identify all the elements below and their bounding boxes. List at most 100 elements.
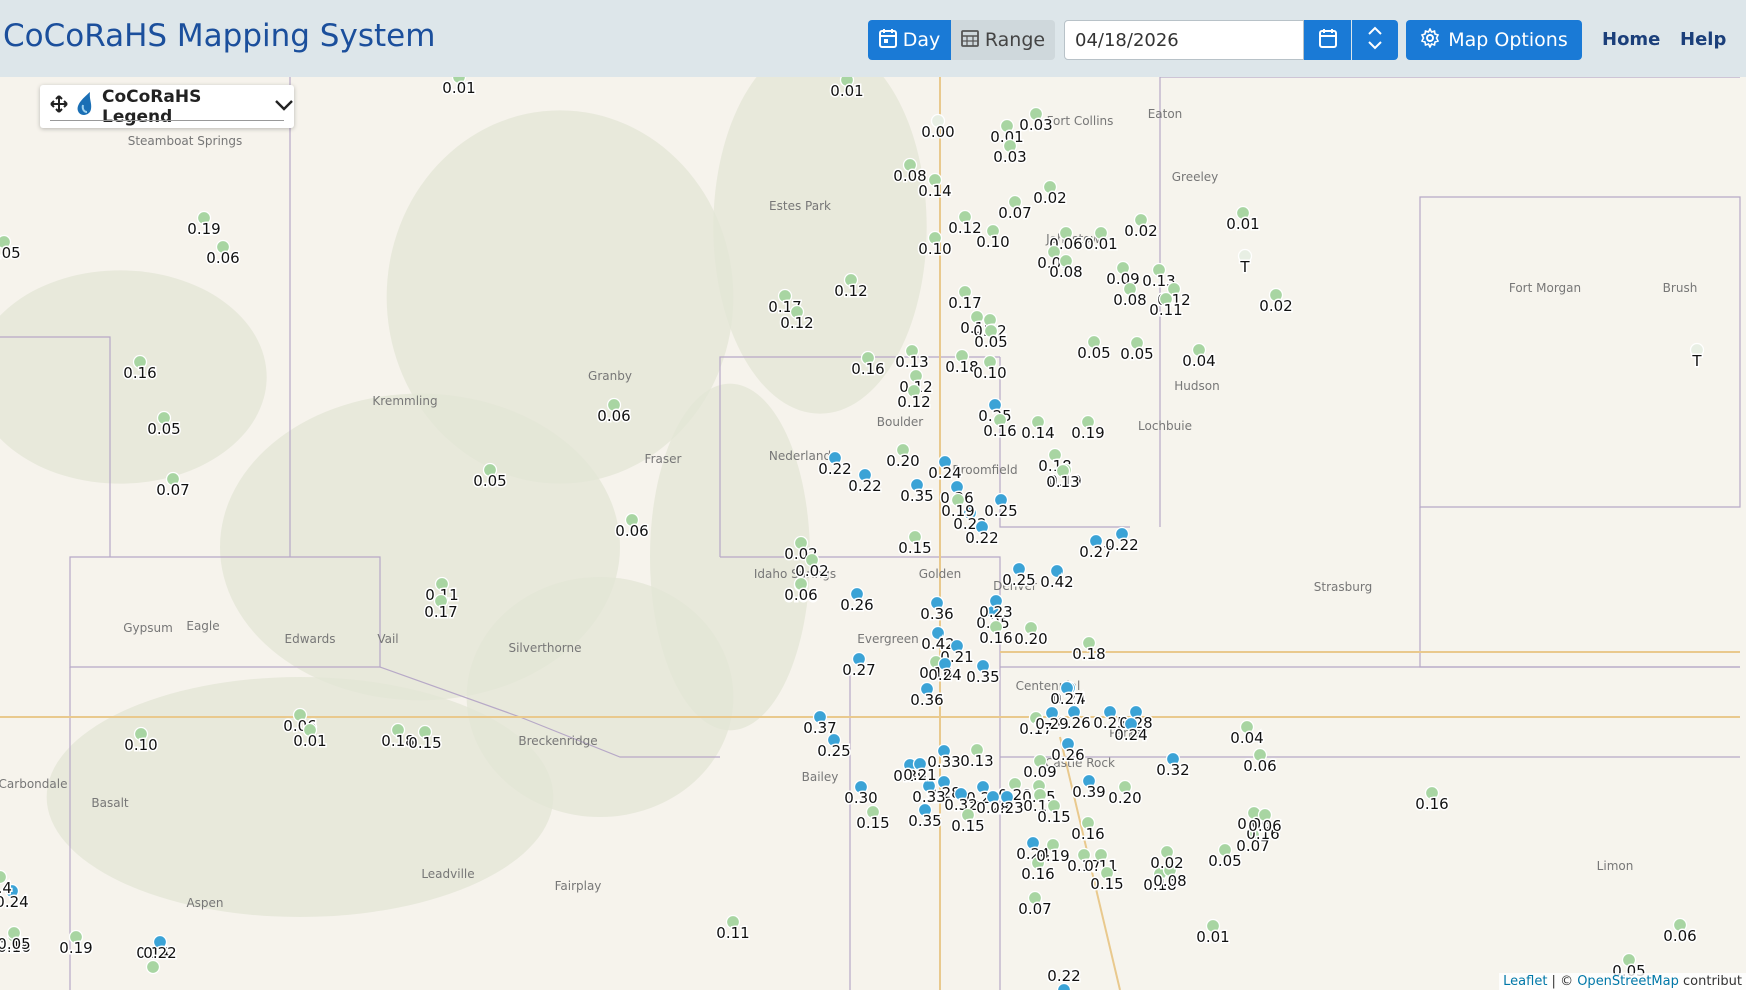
map-options-button[interactable]: Map Options bbox=[1406, 20, 1582, 60]
station-marker[interactable]: 0.01 bbox=[441, 77, 477, 99]
station-marker[interactable]: 0.19 bbox=[186, 210, 222, 240]
place-label: Brush bbox=[1663, 281, 1698, 295]
calendar-picker-button[interactable] bbox=[1304, 20, 1351, 60]
day-label: Day bbox=[902, 29, 941, 51]
place-label: Fairplay bbox=[555, 879, 602, 893]
leaflet-link[interactable]: Leaflet bbox=[1503, 974, 1547, 989]
terrain-layer bbox=[0, 77, 1746, 990]
help-link[interactable]: Help bbox=[1680, 29, 1726, 50]
station-value: 0.25 bbox=[1002, 571, 1035, 589]
chevron-down-icon[interactable] bbox=[1367, 40, 1383, 54]
station-marker[interactable]: 0.20 bbox=[885, 442, 921, 472]
place-label: Hudson bbox=[1174, 379, 1219, 393]
station-value: 0.08 bbox=[1049, 263, 1082, 281]
station-value: 0.15 bbox=[1037, 808, 1070, 826]
legend-divider bbox=[50, 120, 284, 121]
station-value: 0.02 bbox=[1150, 854, 1183, 872]
station-value: 0.26 bbox=[840, 596, 873, 614]
place-label: Breckenridge bbox=[518, 734, 597, 748]
station-value: 0.10 bbox=[976, 233, 1009, 251]
station-marker[interactable]: 0.22 bbox=[142, 934, 178, 964]
station-marker[interactable]: 0.25 bbox=[816, 732, 852, 762]
station-marker[interactable]: 0.05 bbox=[0, 925, 32, 955]
station-value: 0.06 bbox=[615, 522, 648, 540]
calendar-icon bbox=[1318, 28, 1337, 53]
station-value: 0.24 bbox=[1114, 726, 1147, 744]
place-label: Eaton bbox=[1148, 107, 1183, 121]
place-label: Limon bbox=[1597, 859, 1634, 873]
station-value: 0.15 bbox=[408, 734, 441, 752]
station-value: 0.01 bbox=[293, 732, 326, 750]
station-marker[interactable]: 0.13 bbox=[959, 742, 995, 772]
osm-link[interactable]: OpenStreetMap bbox=[1577, 974, 1679, 989]
station-marker[interactable]: T bbox=[1237, 248, 1253, 278]
station-value: 0.10 bbox=[124, 736, 157, 754]
place-label: Steamboat Springs bbox=[128, 134, 243, 148]
station-marker[interactable]: 0.26 bbox=[839, 586, 875, 616]
place-label: Basalt bbox=[91, 796, 129, 810]
chevron-down-icon[interactable] bbox=[274, 97, 294, 117]
station-value: 0.02 bbox=[1259, 297, 1292, 315]
station-value: 0.05 bbox=[0, 935, 31, 953]
map-view[interactable]: Steamboat Springs Estes Park Granby Kremmli… bbox=[0, 77, 1746, 990]
station-marker[interactable]: 0.11 bbox=[715, 914, 751, 944]
station-marker[interactable]: 0.24 bbox=[927, 454, 963, 484]
station-value: 0.01 bbox=[442, 79, 475, 97]
legend-control[interactable]: CoCoRaHS Legend bbox=[40, 85, 294, 128]
chevron-up-icon[interactable] bbox=[1367, 26, 1383, 40]
station-marker[interactable]: 0.06 bbox=[205, 239, 241, 269]
station-marker[interactable]: 0.4 bbox=[0, 869, 13, 899]
station-marker[interactable]: 0.00 bbox=[920, 113, 956, 143]
range-toggle-button[interactable]: Range bbox=[951, 20, 1055, 60]
station-dot[interactable] bbox=[145, 959, 161, 975]
map-canvas[interactable]: Steamboat Springs Estes Park Granby Kremmli… bbox=[0, 77, 1746, 990]
station-value: 0.05 bbox=[974, 333, 1007, 351]
station-value: 0.12 bbox=[834, 282, 867, 300]
station-marker[interactable]: 0.36 bbox=[919, 595, 955, 625]
station-marker[interactable]: 0.37 bbox=[802, 709, 838, 739]
station-value: 0.14 bbox=[918, 182, 951, 200]
station-value: 0.22 bbox=[1105, 536, 1138, 554]
station-value: 0.05 bbox=[0, 244, 21, 262]
station-marker[interactable]: 0.22 bbox=[847, 467, 883, 497]
station-value: 0.06 bbox=[1243, 757, 1276, 775]
place-label: Boulder bbox=[877, 415, 924, 429]
place-label: Aspen bbox=[186, 896, 223, 910]
station-marker[interactable]: 0.30 bbox=[843, 779, 879, 809]
station-marker[interactable]: 0.35 bbox=[907, 802, 943, 832]
station-marker[interactable]: 0.06 bbox=[614, 512, 650, 542]
place-label: Silverthorne bbox=[508, 641, 581, 655]
station-marker[interactable]: 0.15 bbox=[897, 529, 933, 559]
station-value: 0.15 bbox=[898, 539, 931, 557]
day-toggle-button[interactable]: Day bbox=[868, 20, 951, 60]
station-marker[interactable]: 0.15 bbox=[855, 804, 891, 834]
home-link[interactable]: Home bbox=[1602, 29, 1660, 50]
station-value: 0.16 bbox=[851, 360, 884, 378]
station-value: 0.20 bbox=[886, 452, 919, 470]
station-marker[interactable]: 0.17 bbox=[947, 284, 983, 314]
date-stepper[interactable] bbox=[1352, 20, 1398, 60]
station-value: 0.16 bbox=[983, 422, 1016, 440]
station-value: 0.07 bbox=[156, 481, 189, 499]
station-marker[interactable]: T bbox=[1689, 342, 1705, 372]
station-marker[interactable]: 0.27 bbox=[841, 651, 877, 681]
station-marker[interactable]: 0.19 bbox=[58, 929, 94, 959]
station-value: 0.09 bbox=[1023, 763, 1056, 781]
station-value: 0.35 bbox=[900, 487, 933, 505]
station-value: T bbox=[1691, 352, 1702, 370]
station-value: 0.27 bbox=[1050, 690, 1083, 708]
date-input[interactable] bbox=[1064, 20, 1304, 60]
move-icon[interactable] bbox=[50, 95, 68, 118]
station-marker[interactable]: 0.05 bbox=[0, 234, 22, 264]
station-value: 0.19 bbox=[941, 502, 974, 520]
station-value: 0.27 bbox=[842, 661, 875, 679]
app-title: CoCoRaHS Mapping System bbox=[3, 18, 436, 54]
station-marker[interactable]: 0.35 bbox=[899, 477, 935, 507]
station-value: 0.16 bbox=[1415, 795, 1448, 813]
place-label: Vail bbox=[377, 632, 398, 646]
station-value: 0.07 bbox=[1018, 900, 1051, 918]
station-value: 0.15 bbox=[856, 814, 889, 832]
station-value: 0.4 bbox=[0, 879, 12, 897]
station-value: 0.19 bbox=[59, 939, 92, 957]
station-marker[interactable]: 0.36 bbox=[909, 681, 945, 711]
